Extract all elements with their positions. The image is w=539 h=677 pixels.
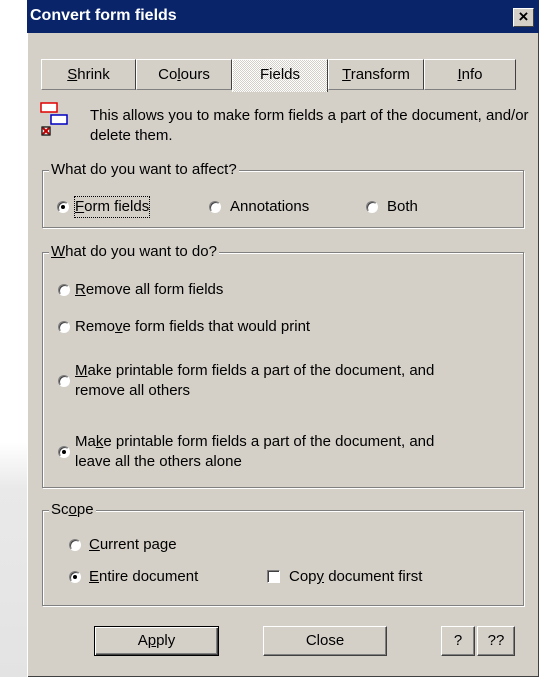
label-remove-all[interactable]: Remove all form fields — [75, 280, 223, 300]
radio-annotations[interactable] — [209, 201, 221, 213]
tab-label-part: hrink — [77, 66, 110, 83]
tab-label-key: T — [342, 66, 351, 83]
help-button[interactable]: ? — [441, 626, 475, 656]
label-key: R — [75, 281, 86, 298]
label-part: ply — [156, 632, 176, 649]
label-part: Remo — [75, 318, 116, 335]
radio-remove-all[interactable] — [58, 284, 70, 296]
info-text: This allows you to make form fields a pa… — [90, 107, 529, 144]
tab-colours[interactable]: Colours — [136, 59, 232, 90]
label-part: hat do you want to do? — [65, 243, 217, 260]
tab-label-part: Co — [158, 66, 178, 83]
dialog-window: Convert form fields × Shrink Colours Fie… — [27, 0, 539, 677]
tab-fields[interactable]: Fields — [232, 59, 328, 92]
label-key: y — [316, 568, 325, 585]
window-title: Convert form fields — [30, 7, 177, 24]
tab-shrink[interactable]: Shrink — [41, 59, 136, 90]
close-icon: × — [518, 7, 529, 26]
label-key: v — [115, 318, 123, 335]
todo-group-label: What do you want to do? — [49, 243, 219, 260]
radio-make-printable-remove[interactable] — [58, 375, 70, 387]
label-remove-printing[interactable]: Remove form fields that would print — [75, 317, 310, 337]
label-line: Make printable form fields a part of the… — [75, 361, 434, 381]
close-window-button[interactable]: × — [513, 8, 534, 27]
label-part: ake printable form fields a part of the … — [87, 362, 435, 379]
label-part: pe — [76, 501, 94, 518]
apply-button[interactable]: Apply — [94, 626, 219, 656]
label-copy-document[interactable]: Copy document first — [289, 567, 422, 587]
label-line: Make printable form fields a part of the… — [75, 432, 434, 452]
tab-label-part: nfo — [461, 66, 483, 83]
label-part: Sc — [51, 501, 69, 518]
scope-group: Scope — [42, 501, 524, 606]
tab-label-part: ransform — [350, 66, 410, 83]
label-make-printable-leave[interactable]: Make printable form fields a part of the… — [75, 432, 434, 472]
tab-info[interactable]: Info — [424, 59, 516, 90]
radio-both[interactable] — [366, 201, 378, 213]
checkbox-copy-document[interactable] — [267, 570, 280, 583]
label-entire-document[interactable]: Entire document — [89, 567, 198, 587]
tab-label-part: ours — [180, 66, 210, 83]
radio-entire-document[interactable] — [69, 571, 81, 583]
label-form-fields[interactable]: Form fields — [73, 196, 151, 218]
label-key: E — [89, 568, 100, 585]
affect-group-label: What do you want to affect? — [49, 161, 239, 178]
label-annotations[interactable]: Annotations — [230, 197, 309, 217]
label-key: p — [147, 632, 157, 649]
label-part: urrent page — [99, 536, 177, 553]
label-part: Ma — [75, 433, 96, 450]
close-button[interactable]: Close — [263, 626, 387, 656]
label-key: M — [75, 362, 88, 379]
form-fields-icon — [40, 102, 68, 136]
scope-group-label: Scope — [49, 501, 96, 518]
label-make-printable-remove[interactable]: Make printable form fields a part of the… — [75, 361, 434, 401]
label-line: remove all others — [75, 382, 191, 399]
label-part: document first — [324, 568, 423, 585]
radio-make-printable-leave[interactable] — [58, 446, 70, 458]
label-part: A — [137, 632, 148, 649]
label-part: Cop — [289, 568, 317, 585]
label-key: F — [75, 198, 85, 215]
label-part: emove all form fields — [85, 281, 224, 298]
label-part: ntire document — [99, 568, 199, 585]
label-both[interactable]: Both — [387, 197, 418, 217]
tab-label-part: Fields — [259, 66, 300, 83]
label-part: orm fields — [84, 198, 150, 215]
label-key: C — [89, 536, 100, 553]
title-bar[interactable]: Convert form fields × — [27, 0, 539, 33]
radio-form-fields[interactable] — [57, 201, 69, 213]
tab-label-key: S — [67, 66, 78, 83]
label-current-page[interactable]: Current page — [89, 535, 177, 555]
label-key: o — [68, 501, 77, 518]
label-line: leave all the others alone — [75, 453, 242, 470]
label-part: e printable form fields a part of the do… — [103, 433, 435, 450]
radio-remove-printing[interactable] — [58, 321, 70, 333]
help-extended-button[interactable]: ?? — [477, 626, 515, 656]
radio-current-page[interactable] — [69, 539, 81, 551]
tab-transform[interactable]: Transform — [328, 59, 424, 90]
label-part: e form fields that would print — [122, 318, 311, 335]
label-key: W — [51, 243, 66, 260]
